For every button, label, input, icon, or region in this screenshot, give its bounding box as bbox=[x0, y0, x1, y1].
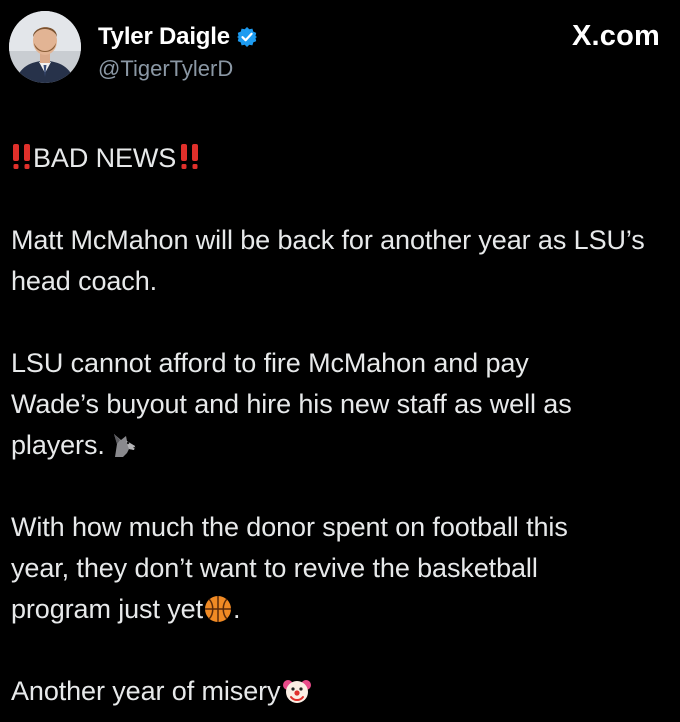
author-handle[interactable]: @TigerTylerD bbox=[98, 56, 233, 82]
paragraph-3-line-3: program just yet bbox=[11, 594, 203, 624]
headline-text: BAD NEWS bbox=[33, 143, 177, 173]
tweet-card: Tyler Daigle @TigerTylerD X.com BAD NEWS bbox=[0, 0, 680, 722]
paragraph-3-line-1: With how much the donor spent on footbal… bbox=[11, 512, 568, 542]
paragraph-2-line-2: Wade’s buyout and hire his new staff as … bbox=[11, 389, 572, 419]
paragraph-2: LSU cannot afford to fire McMahon and pa… bbox=[11, 343, 671, 466]
paragraph-3-line-2: year, they don’t want to revive the bask… bbox=[11, 553, 538, 583]
tweet-body: BAD NEWS Matt McMahon will be back for a… bbox=[11, 138, 671, 712]
avatar[interactable] bbox=[9, 11, 81, 83]
clown-face-icon bbox=[282, 676, 312, 706]
double-exclamation-icon bbox=[11, 141, 33, 171]
paragraph-4-text: Another year of misery bbox=[11, 676, 281, 706]
paragraph-4: Another year of misery bbox=[11, 671, 671, 712]
paragraph-1: Matt McMahon will be back for another ye… bbox=[11, 225, 645, 296]
avatar-image bbox=[9, 11, 81, 83]
double-exclamation-icon bbox=[179, 141, 201, 171]
paragraph-2-line-3: players. bbox=[11, 430, 105, 460]
wolf-icon bbox=[109, 430, 139, 460]
site-watermark: X.com bbox=[571, 20, 660, 52]
paragraph-3-period: . bbox=[232, 594, 241, 624]
headline-line: BAD NEWS bbox=[11, 138, 671, 179]
author-name-row: Tyler Daigle bbox=[98, 22, 258, 52]
basketball-icon bbox=[203, 594, 233, 624]
paragraph-2-line-1: LSU cannot afford to fire McMahon and pa… bbox=[11, 348, 529, 378]
paragraph-3: With how much the donor spent on footbal… bbox=[11, 507, 671, 630]
author-display-name[interactable]: Tyler Daigle bbox=[98, 23, 230, 51]
verified-badge-icon bbox=[236, 26, 258, 48]
